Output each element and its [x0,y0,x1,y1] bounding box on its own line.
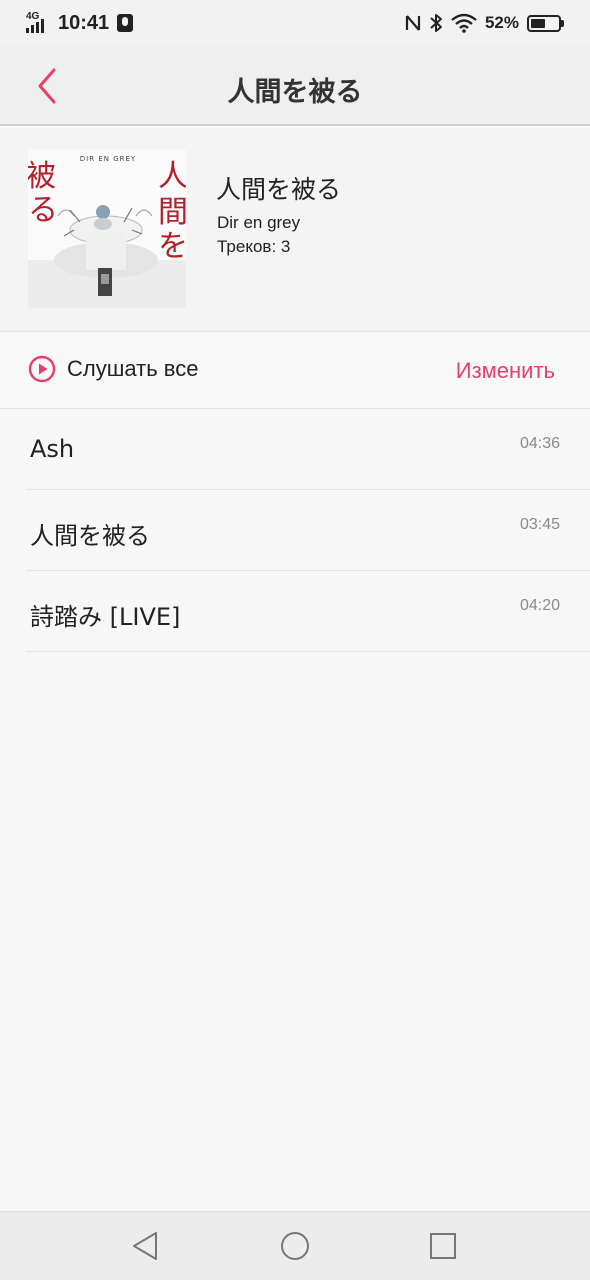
battery-percent: 52% [484,13,519,32]
back-triangle-icon [133,1232,157,1260]
recents-square-icon [430,1233,456,1259]
battery-fill [531,18,545,28]
play-all-button[interactable]: Слушать все [28,355,198,383]
album-track-count: Треков: 3 [217,237,291,256]
album-artist[interactable]: Dir en grey [217,213,300,233]
cover-band-text: DIR EN GREY [80,155,136,163]
status-bar-left: 4G 10:41 [26,11,134,35]
nav-home-button[interactable] [279,1230,311,1262]
status-bar: 4G 10:41 52% [0,0,590,46]
page-title: 人間を被る [227,77,363,108]
track-title: 人間を被る [30,522,150,550]
track-duration: 04:20 [519,597,560,614]
cover-right-char-1: 人 [158,159,186,194]
track-title: Ash [30,435,75,463]
actions-row: Слушать все Изменить [0,333,590,409]
cover-right-char-3: を [158,229,186,264]
cover-left-char-2: る [28,193,58,228]
battery-icon [527,14,564,32]
track-duration: 03:45 [519,516,560,533]
album-cover: DIR EN GREY 被 る 人 間 を [28,150,186,308]
track-row[interactable]: 詩踏み [LIVE] 04:20 [26,571,590,652]
status-bar-right: 52% [405,13,564,33]
cover-right-char-2: 間 [158,195,186,230]
nav-recents-button[interactable] [427,1230,459,1262]
system-nav-bar [0,1211,590,1280]
status-time: 10:41 [58,11,110,34]
home-circle-icon [281,1232,309,1260]
album-cover-art: DIR EN GREY 被 る 人 間 を [28,150,186,308]
wifi-icon [451,13,477,33]
mic-icon [117,14,134,32]
nav-back-button[interactable] [130,1230,162,1262]
track-row[interactable]: 人間を被る 03:45 [26,490,590,571]
edit-button[interactable]: Изменить [456,358,555,384]
bluetooth-icon [430,14,442,32]
app-header: 人間を被る [0,46,590,126]
track-row[interactable]: Ash 04:36 [26,409,590,490]
track-duration: 04:36 [519,435,560,452]
signal-icon: 4G [26,11,50,33]
play-all-label: Слушать все [67,356,199,381]
track-list: Ash 04:36 人間を被る 03:45 詩踏み [LIVE] 04:20 [0,409,590,652]
cover-left-char-1: 被 [28,159,56,194]
nfc-icon [405,15,421,31]
album-info: DIR EN GREY 被 る 人 間 を 人間を被る Dir en grey … [0,128,590,332]
track-title: 詩踏み [LIVE] [30,603,181,631]
play-circle-icon [28,355,56,383]
album-title: 人間を被る [216,175,342,204]
